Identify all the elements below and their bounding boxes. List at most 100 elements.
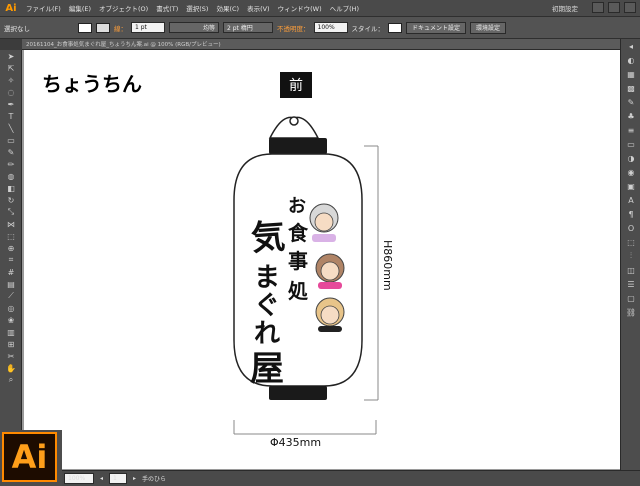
hand-tool-icon[interactable]: ✋ (0, 362, 22, 374)
face-grandma-icon (309, 203, 339, 242)
slice-tool-icon[interactable]: ✂ (0, 350, 22, 362)
magic-wand-icon[interactable]: ✧ (0, 74, 22, 86)
maximize-button[interactable] (608, 2, 620, 13)
svg-text:気: 気 (250, 217, 287, 259)
pencil-icon[interactable]: ✏ (0, 158, 22, 170)
selection-status: 選択なし (4, 24, 30, 33)
zoom-field[interactable]: 100% (64, 473, 94, 484)
page-field[interactable]: 1 (109, 473, 128, 484)
fill-swatch[interactable] (78, 22, 92, 33)
color-panel-icon[interactable]: ◐ (621, 53, 640, 67)
face-man-icon (315, 297, 345, 332)
stroke-label: 線： (114, 24, 127, 33)
transform-icon[interactable]: ⬚ (621, 235, 640, 249)
stroke-weight-field[interactable]: 1 pt (131, 22, 165, 33)
layers-icon[interactable]: ☰ (621, 277, 640, 291)
svg-text:ま: ま (254, 263, 280, 293)
menu-select[interactable]: 選択(S) (186, 3, 208, 13)
rectangle-tool-icon[interactable]: ▭ (0, 134, 22, 146)
paragraph-icon[interactable]: ¶ (621, 207, 640, 221)
transparency-icon[interactable]: ◑ (621, 151, 640, 165)
close-button[interactable] (624, 2, 636, 13)
collapse-panel-icon[interactable]: ◂ (621, 39, 640, 53)
blend-tool-icon[interactable]: ◎ (0, 302, 22, 314)
selection-tool-icon[interactable]: ➤ (0, 50, 22, 62)
canvas-area[interactable]: ちょうちん 前 気 ま ぐ れ 屋 お 食 事 処 H860mm Φ435mm (22, 50, 620, 470)
menu-view[interactable]: 表示(V) (247, 3, 270, 13)
line-tool-icon[interactable]: ╲ (0, 122, 22, 134)
ai-badge-logo: Ai (2, 432, 57, 482)
symbol-sprayer-icon[interactable]: ❀ (0, 314, 22, 326)
menu-type[interactable]: 書式(T) (156, 3, 178, 13)
svg-text:れ: れ (254, 319, 280, 349)
style-label: スタイル： (351, 24, 385, 33)
eraser-icon[interactable]: ◧ (0, 182, 22, 194)
opentype-icon[interactable]: O (621, 221, 640, 235)
shape-builder-icon[interactable]: ⊕ (0, 242, 22, 254)
document-settings-button[interactable]: ドキュメント設定 (406, 21, 467, 34)
pathfinder-icon[interactable]: ◫ (621, 263, 640, 277)
eyedropper-icon[interactable]: ⟋ (0, 290, 22, 302)
menu-effect[interactable]: 効果(C) (216, 3, 239, 13)
width-tool-icon[interactable]: ⋈ (0, 218, 22, 230)
document-tab[interactable]: 20161104_お食事処気まぐれ屋_ちょうちん案.ai @ 100% (RGB… (22, 39, 620, 50)
direct-selection-tool-icon[interactable]: ⇱ (0, 62, 22, 74)
graph-tool-icon[interactable]: ▥ (0, 326, 22, 338)
paintbrush-icon[interactable]: ✎ (0, 146, 22, 158)
perspective-grid-icon[interactable]: ⌗ (0, 254, 22, 266)
color-guide-icon[interactable]: ▦ (621, 67, 640, 81)
menu-bar: Ai ファイル(F) 編集(E) オブジェクト(O) 書式(T) 選択(S) 効… (0, 0, 640, 17)
workspace-switcher[interactable]: 初期設定 (552, 3, 578, 13)
height-dimension-line (364, 145, 379, 401)
width-dimension-line (233, 420, 377, 435)
pen-tool-icon[interactable]: ✒ (0, 98, 22, 110)
graphic-styles-icon[interactable]: ▣ (621, 179, 640, 193)
blob-brush-icon[interactable]: ◍ (0, 170, 22, 182)
align-icon[interactable]: ⫶ (621, 249, 640, 263)
minimize-button[interactable] (592, 2, 604, 13)
style-swatch[interactable] (388, 22, 402, 33)
stroke-swatch[interactable] (96, 22, 110, 33)
brush-dropdown[interactable]: 2 pt 楕円 (223, 22, 273, 33)
page-prev-icon[interactable]: ◂ (100, 475, 103, 482)
page-next-icon[interactable]: ▸ (133, 475, 136, 482)
opacity-field[interactable]: 100% (313, 22, 348, 33)
menu-object[interactable]: オブジェクト(O) (99, 3, 148, 13)
character-icon[interactable]: A (621, 193, 640, 207)
mesh-tool-icon[interactable]: # (0, 266, 22, 278)
zoom-tool-icon[interactable]: ⌕ (0, 374, 22, 386)
artboard-tool-icon[interactable]: ⊞ (0, 338, 22, 350)
gradient-panel-icon[interactable]: ▭ (621, 137, 640, 151)
face-woman-icon (315, 253, 345, 289)
stroke-profile-dropdown[interactable]: 均等 (169, 22, 219, 33)
document-tab-label: 20161104_お食事処気まぐれ屋_ちょうちん案.ai @ 100% (RGB… (26, 42, 221, 48)
svg-text:お: お (288, 196, 306, 217)
links-icon[interactable]: ⛓ (621, 305, 640, 319)
lasso-icon[interactable]: ◌ (0, 86, 22, 98)
tools-panel: ➤ ⇱ ✧ ◌ ✒ T ╲ ▭ ✎ ✏ ◍ ◧ ↻ ⤡ ⋈ ⬚ ⊕ ⌗ # ▤ … (0, 50, 22, 430)
lantern-artwork: 気 ま ぐ れ 屋 お 食 事 処 (233, 116, 379, 435)
scale-tool-icon[interactable]: ⤡ (0, 206, 22, 218)
menu-edit[interactable]: 編集(E) (69, 3, 91, 13)
lantern-top-band (269, 138, 327, 154)
preferences-button[interactable]: 環境設定 (470, 21, 507, 34)
appearance-icon[interactable]: ◉ (621, 165, 640, 179)
type-tool-icon[interactable]: T (0, 110, 22, 122)
swatches-icon[interactable]: ▩ (621, 81, 640, 95)
svg-text:事: 事 (288, 249, 308, 273)
stroke-panel-icon[interactable]: ≡ (621, 123, 640, 137)
control-bar: 選択なし 線： 1 pt 均等 2 pt 楕円 不透明度： 100% スタイル：… (0, 17, 640, 39)
rotate-tool-icon[interactable]: ↻ (0, 194, 22, 206)
lantern-knob-tip (289, 116, 299, 126)
gradient-tool-icon[interactable]: ▤ (0, 278, 22, 290)
artboards-icon[interactable]: ▢ (621, 291, 640, 305)
menu-file[interactable]: ファイル(F) (26, 3, 61, 13)
illustrator-window: Ai ファイル(F) 編集(E) オブジェクト(O) 書式(T) 選択(S) 効… (0, 0, 640, 486)
symbols-icon[interactable]: ♣ (621, 109, 640, 123)
free-transform-icon[interactable]: ⬚ (0, 230, 22, 242)
menu-window[interactable]: ウィンドウ(W) (278, 3, 322, 13)
svg-text:ぐ: ぐ (254, 291, 280, 321)
brushes-icon[interactable]: ✎ (621, 95, 640, 109)
menu-help[interactable]: ヘルプ(H) (330, 3, 359, 13)
app-logo: Ai (5, 2, 17, 14)
